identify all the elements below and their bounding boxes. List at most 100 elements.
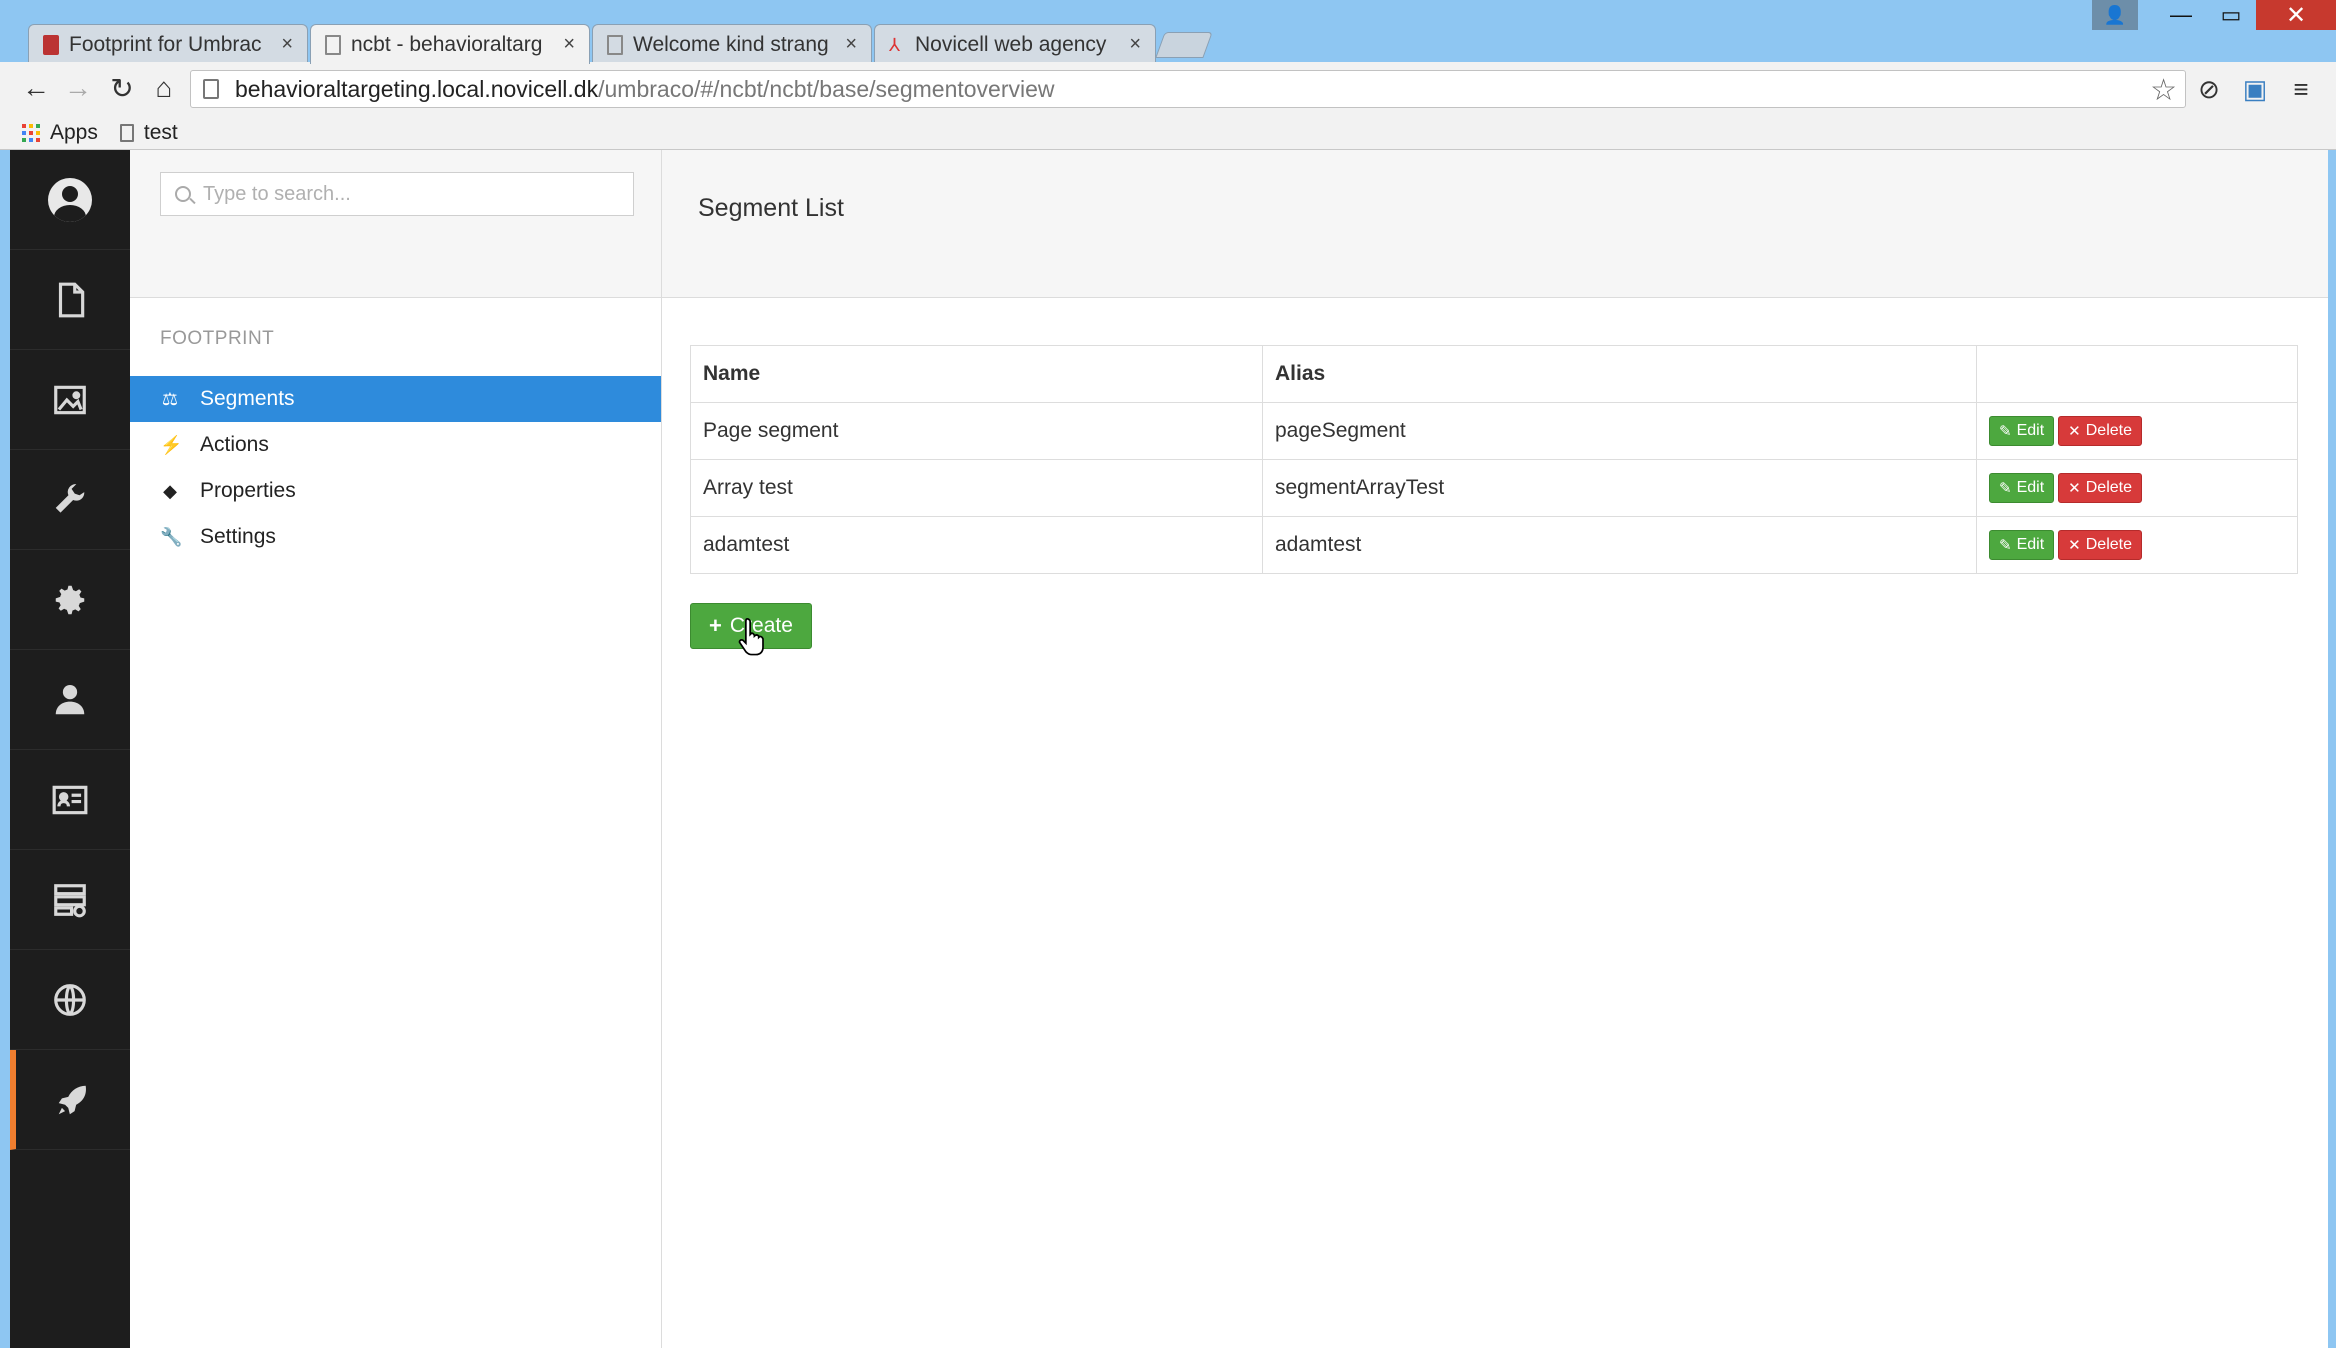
browser-tab-footprint[interactable]: Footprint for Umbrac × — [28, 24, 308, 64]
segment-table: Name Alias Page segment pageSegment ✎ Edi… — [690, 345, 2298, 574]
footprint-icon — [58, 1085, 86, 1114]
x-icon: ✕ — [2068, 537, 2081, 554]
tree-item-actions[interactable]: ⚡ Actions — [130, 422, 661, 468]
tree-item-label: Settings — [200, 525, 276, 548]
bookmark-test[interactable]: test — [119, 120, 178, 145]
segment-alias: segmentArrayTest — [1262, 459, 1977, 517]
umbraco-app: FOOTPRINT ⚖ Segments ⚡ Actions ◆ Propert… — [10, 150, 2328, 1348]
media-icon — [54, 385, 86, 414]
delete-button[interactable]: ✕ Delete — [2058, 530, 2142, 560]
bookmark-apps[interactable]: Apps — [22, 121, 98, 145]
translation-section[interactable] — [10, 950, 130, 1050]
extension-icon[interactable]: ⊘ — [2194, 74, 2224, 104]
minimize-icon[interactable]: — — [2156, 0, 2206, 30]
tag-icon: ◆ — [163, 480, 177, 501]
edit-button[interactable]: ✎ Edit — [1989, 416, 2055, 446]
developer-icon — [55, 483, 85, 513]
edit-button[interactable]: ✎ Edit — [1989, 530, 2055, 560]
editor-header: Segment List — [662, 150, 2328, 298]
address-bar[interactable]: behavioraltargeting.local.novicell.dk/um… — [190, 70, 2186, 108]
apps-grid-dot — [36, 123, 40, 128]
media-section[interactable] — [10, 350, 130, 450]
row-actions: ✎ Edit ✕ Delete — [1976, 459, 2298, 517]
x-icon: ✕ — [2068, 423, 2081, 440]
browser-tab-novicell[interactable]: ⅄ Novicell web agency × — [874, 24, 1156, 64]
forms-section[interactable] — [10, 850, 130, 950]
reload-icon[interactable]: ↻ — [106, 72, 138, 104]
forward-icon[interactable]: → — [62, 72, 94, 104]
tree-panel: FOOTPRINT ⚖ Segments ⚡ Actions ◆ Propert… — [130, 150, 662, 1348]
user-avatar[interactable] — [10, 150, 130, 250]
column-header-alias: Alias — [1262, 345, 1977, 403]
tree-item-segments[interactable]: ⚖ Segments — [130, 376, 661, 422]
search-input[interactable] — [203, 182, 623, 206]
row-actions: ✎ Edit ✕ Delete — [1976, 402, 2298, 460]
edit-label: Edit — [2016, 536, 2045, 553]
delete-button[interactable]: ✕ Delete — [2058, 416, 2142, 446]
row-actions: ✎ Edit ✕ Delete — [1976, 516, 2298, 574]
developer-section[interactable] — [10, 450, 130, 550]
pencil-icon: ✎ — [1999, 423, 2012, 440]
bookmark-label: test — [143, 120, 178, 144]
wrench-icon: 🔧 — [160, 526, 183, 547]
bookmark-star-icon[interactable]: ☆ — [2150, 73, 2177, 108]
tab-close-icon[interactable]: × — [845, 33, 857, 56]
browser-toolbar: ← → ↻ ⌂ behavioraltargeting.local.novice… — [0, 62, 2336, 116]
segment-name: Array test — [690, 459, 1263, 517]
users-icon — [55, 684, 85, 714]
window-controls: 👤 — ▭ ✕ — [2092, 0, 2336, 30]
profile-icon[interactable]: 👤 — [2092, 0, 2138, 30]
apps-grid-icon — [22, 123, 40, 142]
tab-close-icon[interactable]: × — [563, 33, 575, 56]
members-section[interactable] — [10, 750, 130, 850]
page-favicon-icon — [325, 34, 341, 55]
tab-title: Welcome kind strang — [633, 32, 829, 56]
settings-icon — [55, 585, 85, 614]
maximize-icon[interactable]: ▭ — [2206, 0, 2256, 30]
tab-title: Footprint for Umbrac — [69, 32, 262, 56]
edit-label: Edit — [2016, 479, 2045, 496]
close-window-icon[interactable]: ✕ — [2256, 0, 2336, 30]
content-icon — [58, 282, 85, 317]
tab-close-icon[interactable]: × — [281, 33, 293, 56]
delete-label: Delete — [2085, 536, 2132, 553]
menu-icon[interactable]: ≡ — [2286, 74, 2316, 104]
folder-extension-icon[interactable]: ▣ — [2240, 74, 2270, 104]
section-sidebar — [10, 150, 130, 1348]
tab-close-icon[interactable]: × — [1129, 33, 1141, 56]
search-icon — [175, 186, 191, 202]
home-icon[interactable]: ⌂ — [148, 72, 180, 104]
browser-tab-ncbt[interactable]: ncbt - behavioraltarg × — [310, 24, 590, 64]
segment-name: adamtest — [690, 516, 1263, 574]
apps-grid-dot — [29, 130, 33, 135]
plus-icon: + — [709, 613, 722, 638]
apps-grid-dot — [22, 123, 26, 128]
new-tab-button[interactable] — [1155, 32, 1213, 58]
edit-label: Edit — [2016, 422, 2045, 439]
table-header-row: Name Alias — [690, 345, 2298, 403]
bookmark-label: Apps — [50, 120, 98, 144]
tree-search[interactable] — [160, 172, 634, 216]
apps-grid-dot — [22, 137, 26, 142]
tree-item-properties[interactable]: ◆ Properties — [130, 468, 661, 514]
page-icon — [119, 123, 134, 142]
forms-icon — [54, 883, 86, 917]
page-info-icon[interactable] — [203, 79, 219, 99]
url-host: behavioraltargeting.local.novicell.dk — [235, 75, 599, 102]
tree-item-settings[interactable]: 🔧 Settings — [130, 514, 661, 560]
browser-tab-welcome[interactable]: Welcome kind strang × — [592, 24, 872, 64]
apps-grid-dot — [22, 130, 26, 135]
edit-button[interactable]: ✎ Edit — [1989, 473, 2055, 503]
avatar — [48, 177, 92, 222]
tab-title: ncbt - behavioraltarg — [351, 32, 543, 56]
settings-section[interactable] — [10, 550, 130, 650]
content-section[interactable] — [10, 250, 130, 350]
footprint-section[interactable] — [10, 1050, 130, 1150]
page-favicon-icon — [607, 34, 623, 55]
delete-button[interactable]: ✕ Delete — [2058, 473, 2142, 503]
back-icon[interactable]: ← — [20, 72, 52, 104]
users-section[interactable] — [10, 650, 130, 750]
hand-cursor-icon — [738, 617, 764, 656]
apps-grid-dot — [36, 137, 40, 142]
segment-alias: adamtest — [1262, 516, 1977, 574]
